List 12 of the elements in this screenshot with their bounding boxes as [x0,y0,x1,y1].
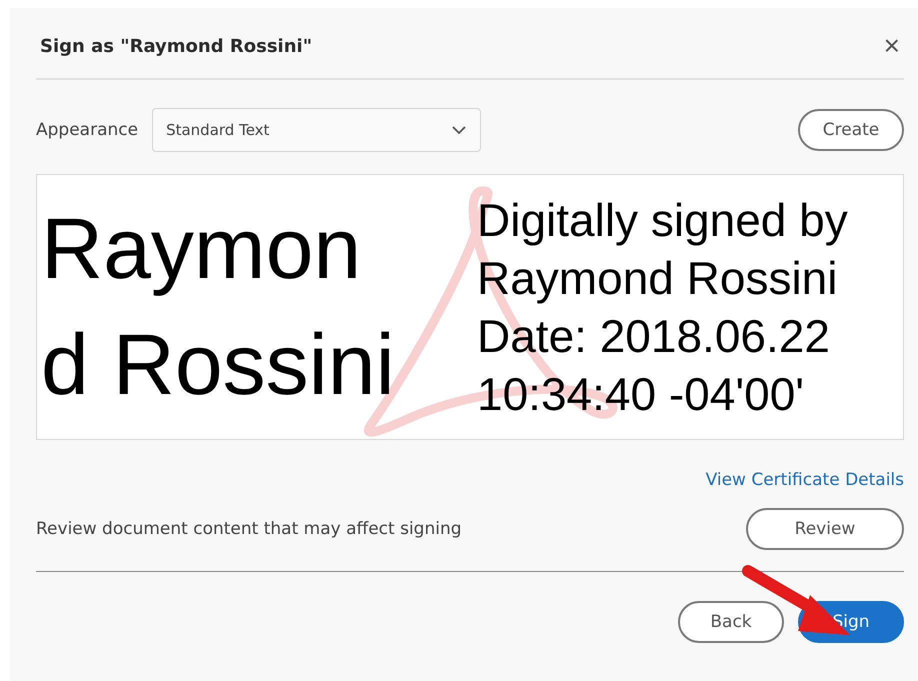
certificate-link[interactable]: View Certificate Details [706,470,904,490]
close-button[interactable]: × [880,32,904,60]
create-button[interactable]: Create [798,109,904,151]
signature-name: Raymon d Rossini [40,200,396,415]
appearance-label: Appearance [36,120,138,140]
review-button[interactable]: Review [746,508,904,550]
dialog-title: Sign as "Raymond Rossini" [40,36,312,56]
signature-details: Digitally signed by Raymond Rossini Date: 2018.06.22 10:34:40 -04'00' [477,193,848,422]
review-text: Review document content that may affect signing [36,519,462,539]
chevron-icon [452,126,466,134]
back-button[interactable]: Back [678,601,784,643]
appearance-dropdown[interactable]: Standard Text [152,108,482,152]
